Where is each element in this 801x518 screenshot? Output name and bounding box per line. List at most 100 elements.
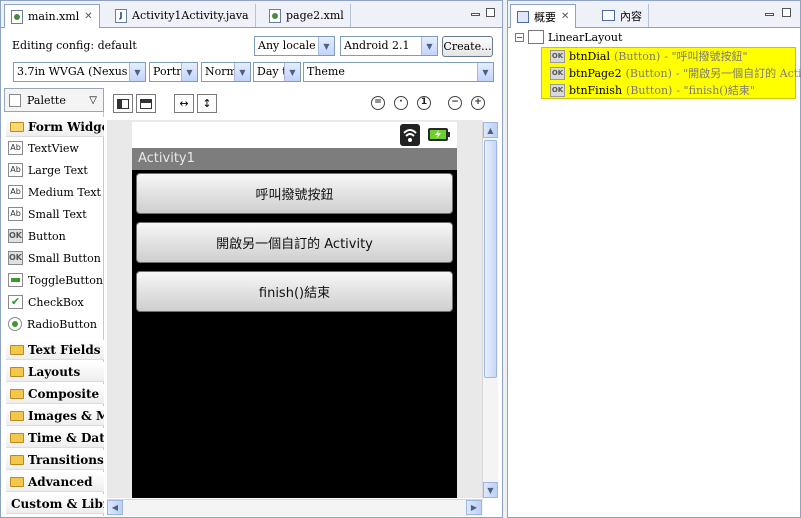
tab-main-xml[interactable]: main.xml ✕ [4, 4, 100, 28]
palette-category-time-date[interactable]: Time & Date [6, 428, 104, 448]
minimize-icon[interactable] [471, 13, 480, 16]
zoom-real-size-icon[interactable]: · [394, 96, 408, 110]
tree-node-type: (Button) [626, 83, 673, 97]
theme-select[interactable]: Theme ▼ [303, 62, 494, 82]
item-label: Medium Text [28, 185, 101, 199]
java-file-icon: J [115, 8, 127, 23]
orientation-select[interactable]: Portrait ▼ [149, 62, 198, 82]
device-status-bar [132, 122, 457, 148]
palette-item-textview[interactable]: Ab TextView [8, 138, 79, 158]
palette-item-small-text[interactable]: Ab Small Text [8, 204, 87, 224]
mode-select[interactable]: Normal ▼ [201, 62, 251, 82]
tree-node-linearlayout[interactable]: − LinearLayout [515, 30, 622, 44]
device-select[interactable]: 3.7in WVGA (Nexus One) ▼ [13, 62, 146, 82]
tab-properties[interactable]: 內容 [596, 4, 649, 27]
tab-page2-xml[interactable]: page2.xml [263, 4, 351, 27]
editor-tab-bar: main.xml ✕ J Activity1Activity.java page… [1, 1, 502, 28]
button-widget-icon: OK [8, 229, 23, 243]
palette-category-advanced[interactable]: Advanced [6, 472, 104, 492]
close-icon[interactable]: ✕ [84, 11, 92, 22]
maximize-icon[interactable] [486, 8, 495, 17]
folder-icon [10, 432, 24, 443]
vertical-scrollbar[interactable]: ▲ ▼ [482, 122, 498, 498]
tree-node-btnpage2[interactable]: OK btnPage2 (Button) - "開啟另一個自訂的 Activit… [550, 65, 801, 81]
palette-header[interactable]: Palette ▽ [4, 88, 104, 112]
split-vertical-button[interactable] [113, 94, 133, 113]
layout-icon [117, 98, 129, 109]
folder-icon [10, 366, 24, 377]
collapse-icon[interactable]: − [515, 32, 524, 42]
scroll-right-icon[interactable]: ▶ [466, 500, 482, 515]
fit-height-button[interactable]: ↕ [197, 94, 217, 113]
item-label: Small Text [28, 207, 87, 221]
btn-finish[interactable]: finish()結束 [136, 271, 453, 312]
zoom-out-icon[interactable]: − [448, 96, 462, 110]
folder-icon [10, 344, 24, 355]
chevron-down-icon: ▼ [477, 63, 493, 81]
time-select[interactable]: Day time▼ [253, 62, 301, 82]
tree-node-btnfinish[interactable]: OK btnFinish (Button) - "finish()結束" [550, 82, 755, 98]
text-widget-icon: Ab [8, 163, 23, 177]
zoom-fit-icon[interactable]: = [371, 96, 385, 110]
category-label: Advanced [28, 474, 93, 489]
tab-outline[interactable]: 概要 ✕ [510, 4, 577, 28]
target-select[interactable]: Android 2.1 ▼ [340, 36, 438, 56]
widget-palette: Palette ▽ Form Widgets Ab TextView Ab La… [4, 88, 104, 516]
button-widget-icon: OK [8, 251, 23, 265]
folder-icon [10, 388, 24, 399]
chevron-down-icon: ▼ [284, 63, 300, 81]
text-widget-icon: Ab [8, 141, 23, 155]
btn-dial[interactable]: 呼叫撥號按鈕 [136, 173, 453, 214]
tree-node-id: btnDial [569, 49, 610, 63]
category-label: Form Widgets [28, 119, 104, 134]
palette-item-checkbox[interactable]: ✔ CheckBox [8, 292, 84, 312]
palette-item-large-text[interactable]: Ab Large Text [8, 160, 88, 180]
chevron-down-icon: ▼ [129, 63, 145, 81]
palette-category-images-media[interactable]: Images & Media [6, 406, 104, 426]
palette-item-radiobutton[interactable]: RadioButton [8, 314, 97, 334]
palette-item-medium-text[interactable]: Ab Medium Text [8, 182, 101, 202]
category-label: Images & Media [28, 408, 104, 423]
chevron-down-icon: ▼ [421, 37, 437, 55]
split-horizontal-button[interactable] [136, 94, 156, 113]
palette-item-small-button[interactable]: OK Small Button [8, 248, 101, 268]
zoom-in-icon[interactable]: + [471, 96, 485, 110]
item-label: TextView [28, 141, 79, 155]
category-label: Custom & Library Views [11, 496, 104, 511]
btn-page2[interactable]: 開啟另一個自訂的 Activity [136, 222, 453, 263]
zoom-100-icon[interactable]: 1 [417, 96, 431, 110]
minimize-icon[interactable] [765, 13, 774, 16]
text-widget-icon: Ab [8, 207, 23, 221]
button-widget-icon: OK [550, 66, 565, 80]
palette-category-custom-library[interactable]: Custom & Library Views [6, 494, 104, 514]
scroll-down-icon[interactable]: ▼ [483, 482, 498, 498]
tree-node-btndial[interactable]: OK btnDial (Button) - "呼叫撥號按鈕" [550, 48, 748, 64]
target-value: Android 2.1 [344, 39, 410, 52]
tree-node-id: btnPage2 [569, 66, 622, 80]
horizontal-scrollbar[interactable]: ◀ ▶ [107, 499, 483, 516]
tree-node-text: - "finish()結束" [676, 84, 755, 97]
palette-item-togglebutton[interactable]: ToggleButton [8, 270, 103, 290]
maximize-icon[interactable] [782, 8, 791, 17]
create-config-button[interactable]: Create... [442, 36, 493, 57]
toggle-icon [8, 273, 23, 287]
tab-label: 內容 [620, 9, 642, 23]
scroll-left-icon[interactable]: ◀ [107, 500, 123, 515]
palette-category-transitions[interactable]: Transitions [6, 450, 104, 470]
palette-category-form-widgets[interactable]: Form Widgets [6, 117, 104, 137]
palette-item-button[interactable]: OK Button [8, 226, 66, 246]
fit-width-button[interactable]: ↔ [174, 94, 194, 113]
item-label: ToggleButton [28, 273, 103, 287]
scroll-thumb[interactable] [484, 140, 497, 378]
tab-activity1-java[interactable]: J Activity1Activity.java [109, 4, 256, 27]
checkbox-icon: ✔ [8, 295, 23, 309]
close-icon[interactable]: ✕ [561, 11, 569, 22]
palette-category-text-fields[interactable]: Text Fields [6, 340, 104, 360]
locale-select[interactable]: Any locale ▼ [254, 36, 335, 56]
chevron-down-icon[interactable]: ▽ [89, 95, 97, 106]
palette-category-layouts[interactable]: Layouts [6, 362, 104, 382]
text-widget-icon: Ab [8, 185, 23, 199]
palette-category-composite[interactable]: Composite [6, 384, 104, 404]
chevron-down-icon: ▼ [318, 37, 334, 55]
scroll-up-icon[interactable]: ▲ [483, 122, 498, 138]
